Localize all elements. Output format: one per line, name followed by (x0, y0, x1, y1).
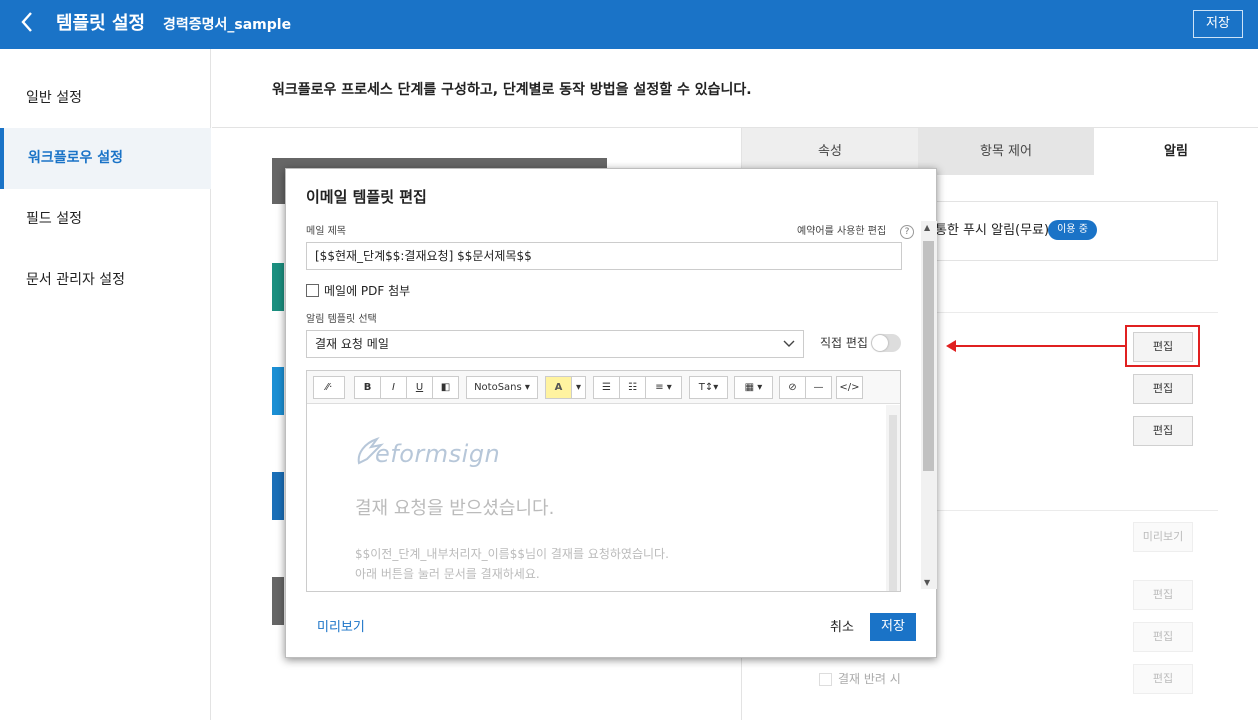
eraser-icon[interactable]: ◧ (432, 376, 459, 399)
edit-button[interactable]: 편집 (1133, 622, 1193, 652)
highlight-annotation (1125, 325, 1200, 367)
bold-button[interactable]: B (354, 376, 381, 399)
scroll-down-icon[interactable]: ▼ (924, 578, 930, 587)
sidebar-item-general[interactable]: 일반 설정 (0, 68, 211, 129)
horizontal-rule-icon[interactable]: — (805, 376, 832, 399)
logo-mark: eformsign (357, 437, 500, 468)
workflow-step-card[interactable] (272, 472, 284, 520)
magic-wand-icon[interactable]: ⁄⁄· (313, 376, 345, 399)
arrow-left-icon (946, 340, 956, 352)
modal-title: 이메일 템플릿 편집 (306, 188, 427, 206)
checkbox-icon[interactable] (306, 284, 319, 297)
text-color-icon[interactable]: A (545, 376, 572, 399)
chevron-down-icon (783, 331, 795, 366)
document-name: 경력증명서_sample (163, 17, 292, 33)
attach-pdf-label: 메일에 PDF 첨부 (324, 284, 411, 298)
sidebar-item-workflow[interactable]: 워크플로우 설정 (0, 128, 211, 189)
direct-edit-toggle[interactable] (871, 334, 901, 352)
in-use-badge: 이용 중 (1048, 220, 1097, 240)
color-dropdown-icon[interactable]: ▾ (571, 376, 586, 399)
table-icon[interactable]: ▦ ▾ (734, 376, 773, 399)
email-body-line: 아래 버튼을 눌러 문서를 결재하세요. (355, 567, 540, 581)
editor-toolbar: ⁄⁄· B I U ◧ NotoSans ▾ A ▾ ☰ ☷ ≡ ▾ T↕▾ ▦… (307, 371, 900, 404)
workflow-description: 워크플로우 프로세스 단계를 구성하고, 단계별로 동작 방법을 설정할 수 있… (272, 82, 752, 98)
eformsign-logo: eformsign (355, 435, 505, 476)
editor-scrollbar[interactable] (886, 405, 900, 591)
modal-preview-button[interactable]: 미리보기 (317, 619, 365, 637)
workflow-step-card[interactable] (272, 577, 284, 625)
email-editor[interactable]: ⁄⁄· B I U ◧ NotoSans ▾ A ▾ ☰ ☷ ≡ ▾ T↕▾ ▦… (306, 370, 901, 592)
code-view-icon[interactable]: </> (836, 376, 863, 399)
settings-sidebar: 일반 설정 워크플로우 설정 필드 설정 문서 관리자 설정 (0, 49, 211, 720)
link-icon[interactable]: ⊘ (779, 376, 806, 399)
sidebar-item-doc-managers[interactable]: 문서 관리자 설정 (0, 250, 211, 311)
checkbox-icon[interactable] (819, 673, 832, 686)
logo-text: eformsign (375, 440, 500, 468)
subject-input[interactable]: [$$현재_단계$$:결재요청] $$문서제목$$ (306, 242, 902, 270)
workflow-step-card[interactable] (272, 263, 284, 311)
toggle-knob (872, 335, 888, 351)
header-save-button[interactable]: 저장 (1193, 10, 1243, 38)
align-icon[interactable]: ≡ ▾ (645, 376, 682, 399)
modal-save-button[interactable]: 저장 (870, 613, 916, 641)
annotation-arrow (955, 345, 1125, 347)
email-body-line: $$이전_단계_내부처리자_이름$$님이 결재를 요청하였습니다. (355, 547, 669, 561)
page-title: 템플릿 설정 (56, 13, 146, 34)
email-template-modal: 이메일 템플릿 편집 메일 제목 예약어를 사용한 편집 ? [$$현재_단계$… (285, 168, 937, 658)
scrollbar-thumb[interactable] (889, 415, 897, 591)
sidebar-item-fields[interactable]: 필드 설정 (0, 189, 211, 250)
editor-content[interactable]: eformsign 결재 요청을 받으셨습니다. $$이전_단계_내부처리자_이… (307, 405, 885, 591)
edit-button[interactable]: 편집 (1133, 580, 1193, 610)
direct-edit-label: 직접 편집 (820, 336, 868, 350)
top-bar: 템플릿 설정 경력증명서_sample 저장 (0, 0, 1258, 49)
subject-label: 메일 제목 (306, 226, 346, 237)
line-height-icon[interactable]: T↕▾ (689, 376, 728, 399)
tab-field-control[interactable]: 항목 제어 (918, 128, 1094, 175)
reserved-words-label: 예약어를 사용한 편집 (797, 226, 887, 237)
template-select[interactable]: 결재 요청 메일 (306, 330, 804, 358)
scroll-up-icon[interactable]: ▲ (924, 223, 930, 232)
template-select-value: 결재 요청 메일 (315, 337, 389, 351)
attach-pdf-checkbox[interactable]: 메일에 PDF 첨부 (306, 283, 410, 299)
template-select-label: 알림 템플릿 선택 (306, 314, 377, 325)
reject-label: 결재 반려 시 (838, 672, 901, 686)
email-heading: 결재 요청을 받으셨습니다. (355, 498, 555, 519)
italic-button[interactable]: I (380, 376, 407, 399)
help-icon[interactable]: ? (900, 225, 914, 239)
edit-button[interactable]: 편집 (1133, 664, 1193, 694)
edit-button[interactable]: 편집 (1133, 374, 1193, 404)
back-chevron-icon[interactable] (20, 10, 34, 40)
scrollbar-thumb[interactable] (923, 241, 934, 471)
reject-checkbox-row[interactable]: 결재 반려 시 (819, 671, 901, 687)
preview-button[interactable]: 미리보기 (1133, 522, 1193, 552)
tab-notifications[interactable]: 알림 (1094, 128, 1258, 175)
modal-cancel-button[interactable]: 취소 (830, 619, 854, 637)
font-family-select[interactable]: NotoSans ▾ (466, 376, 538, 399)
bullet-list-icon[interactable]: ☰ (593, 376, 620, 399)
modal-scrollbar[interactable]: ▲ ▼ (921, 221, 937, 589)
underline-button[interactable]: U (406, 376, 433, 399)
workflow-step-card[interactable] (272, 367, 284, 415)
edit-button[interactable]: 편집 (1133, 416, 1193, 446)
push-notification-label: 통한 푸시 알림(무료) (935, 223, 1050, 238)
numbered-list-icon[interactable]: ☷ (619, 376, 646, 399)
